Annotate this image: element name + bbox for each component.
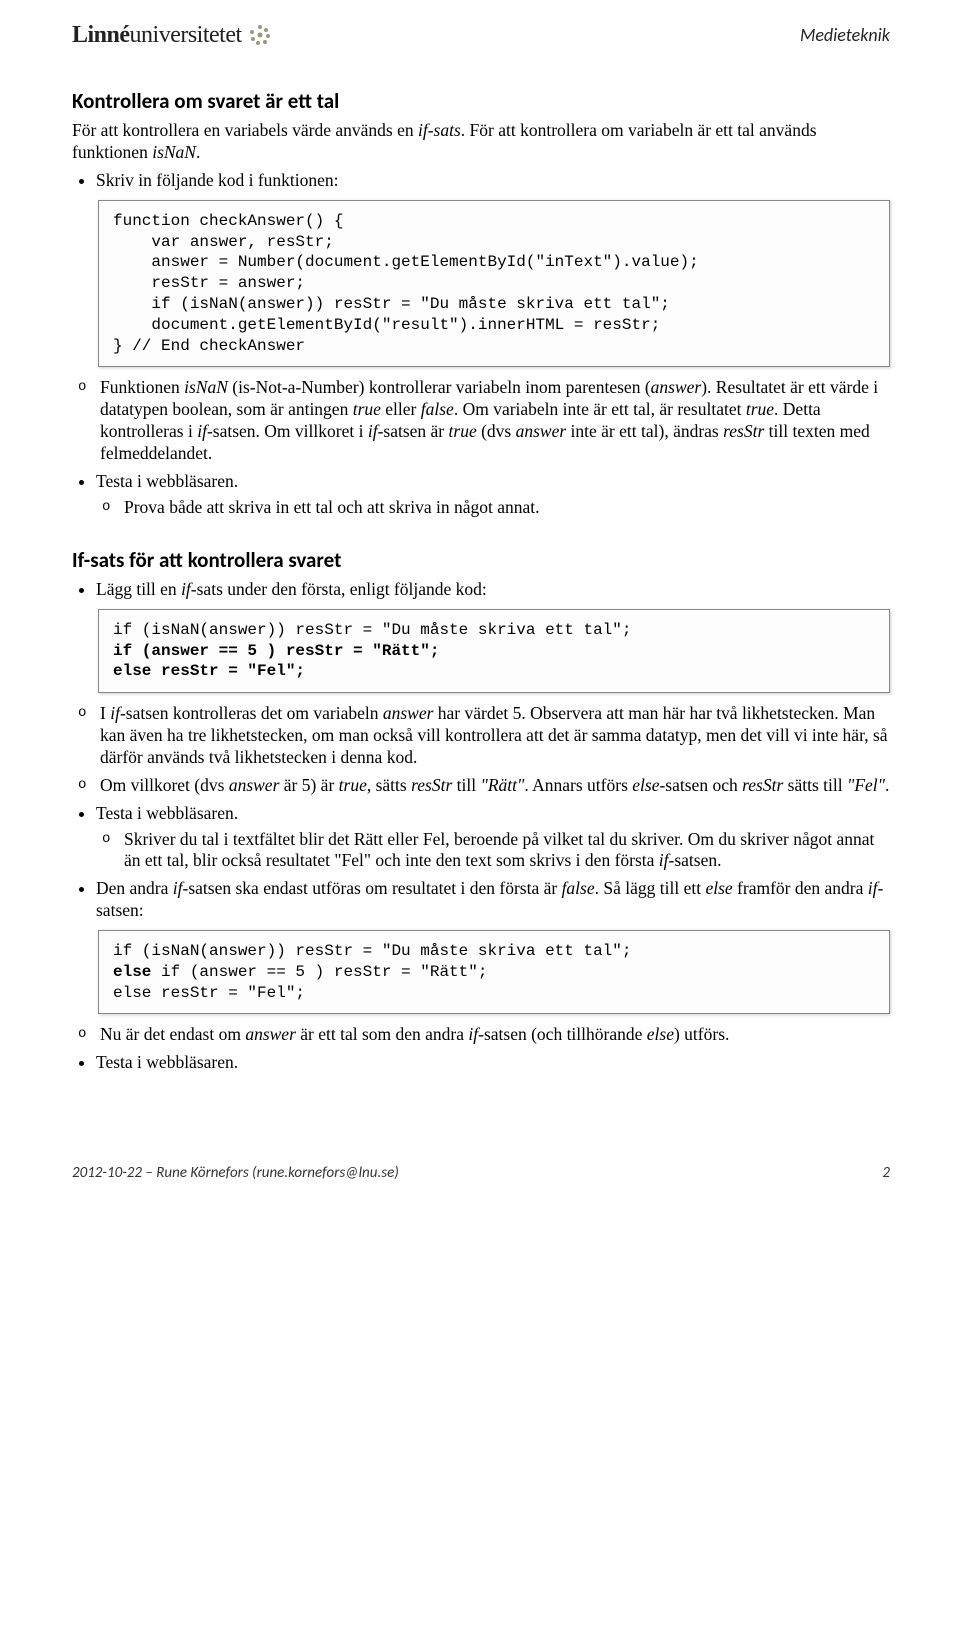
bullet-item: Skriv in följande kod i funktionen: [96,170,890,192]
header-category: Medieteknik [800,20,890,47]
sub-bullet: Om villkoret (dvs answer är 5) är true, … [100,775,890,797]
page-footer: 2012-10-22 – Rune Körnefors (rune.kornef… [72,1164,890,1183]
bullet-item: Testa i webbläsaren. Prova både att skri… [96,471,890,519]
sub-bullet: Funktionen isNaN (is-Not-a-Number) kontr… [100,377,890,465]
logo-text: Linnéuniversitetet [72,20,242,50]
footer-left: 2012-10-22 – Rune Körnefors (rune.kornef… [72,1164,399,1183]
flower-icon [248,23,272,47]
page-header: Linnéuniversitetet Medieteknik [72,20,890,50]
bullet-item: Den andra if-satsen ska endast utföras o… [96,878,890,922]
logo: Linnéuniversitetet [72,20,272,50]
bullet-item: Testa i webbläsaren. Skriver du tal i te… [96,803,890,873]
section-heading-2: If-sats för att kontrollera svaret [72,547,890,573]
section-heading-1: Kontrollera om svaret är ett tal [72,88,890,114]
sub-bullet: Nu är det endast om answer är ett tal so… [100,1024,890,1046]
bullet-item: Testa i webbläsaren. [96,1052,890,1074]
code-block-3: if (isNaN(answer)) resStr = "Du måste sk… [98,930,890,1014]
bullet-item: Lägg till en if-sats under den första, e… [96,579,890,601]
section-1-intro: För att kontrollera en variabels värde a… [72,120,890,164]
sub-bullet: I if-satsen kontrolleras det om variabel… [100,703,890,769]
sub-bullet: Prova både att skriva in ett tal och att… [124,497,890,519]
code-block-2: if (isNaN(answer)) resStr = "Du måste sk… [98,609,890,693]
sub-bullet: Skriver du tal i textfältet blir det Rät… [124,829,890,873]
footer-page-number: 2 [882,1164,890,1183]
code-block-1: function checkAnswer() { var answer, res… [98,200,890,368]
